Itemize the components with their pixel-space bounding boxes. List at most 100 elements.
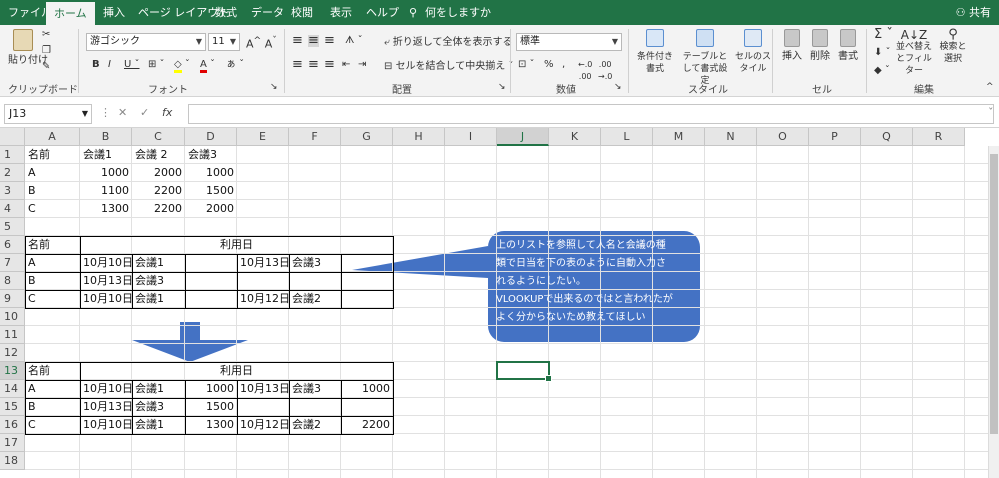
insert-function-icon[interactable]: fx <box>162 106 172 119</box>
number-dialog-launcher-icon[interactable]: ↘ <box>614 81 622 93</box>
row-header-9[interactable]: 9 <box>0 290 25 308</box>
bottom-align-icon[interactable]: ≡ <box>324 34 335 47</box>
format-as-table-button[interactable]: テーブルとして書式設定 <box>680 29 730 87</box>
cell-b16[interactable]: 10月10日 <box>80 416 133 434</box>
column-header-o[interactable]: O <box>757 128 809 146</box>
decrease-indent-icon[interactable]: ⇤ <box>342 59 350 71</box>
column-header-a[interactable]: A <box>25 128 80 146</box>
align-center-icon[interactable]: ≡ <box>308 58 319 71</box>
row-header-1[interactable]: 1 <box>0 146 25 164</box>
cell-b4[interactable]: 1300 <box>80 200 132 218</box>
enter-icon[interactable]: ✓ <box>140 106 149 119</box>
cell-c8[interactable]: 会議3 <box>132 272 185 290</box>
cell-d2[interactable]: 1000 <box>185 164 237 182</box>
scroll-thumb[interactable] <box>990 154 998 434</box>
find-select-button[interactable]: ⚲ 検索と選択 <box>936 28 970 65</box>
cell-a14[interactable]: A <box>25 380 80 398</box>
cell-g14[interactable]: 1000 <box>341 380 393 398</box>
underline-icon[interactable]: U ˇ <box>124 59 140 71</box>
column-header-q[interactable]: Q <box>861 128 913 146</box>
cell-c9[interactable]: 会議1 <box>132 290 185 308</box>
cell-a9[interactable]: C <box>25 290 80 308</box>
tab-data[interactable]: データ <box>251 0 284 25</box>
formula-input[interactable] <box>188 104 994 124</box>
cell-e7[interactable]: 10月13日 <box>237 254 290 272</box>
cell-a16[interactable]: C <box>25 416 80 434</box>
cell-c14[interactable]: 会議1 <box>132 380 185 398</box>
cell-c3[interactable]: 2200 <box>132 182 185 200</box>
column-header-i[interactable]: I <box>445 128 497 146</box>
column-header-m[interactable]: M <box>653 128 705 146</box>
column-header-d[interactable]: D <box>185 128 237 146</box>
cell-g16[interactable]: 2200 <box>341 416 393 434</box>
column-header-k[interactable]: K <box>549 128 601 146</box>
clear-icon[interactable]: ◆ ˇ <box>874 65 890 77</box>
column-header-h[interactable]: H <box>393 128 445 146</box>
column-header-e[interactable]: E <box>237 128 289 146</box>
cell-a3[interactable]: B <box>25 182 80 200</box>
border-icon[interactable]: ⊞ ˇ <box>148 59 165 71</box>
cell-f14[interactable]: 会議3 <box>289 380 341 398</box>
fill-color-icon[interactable]: ◇ ˇ <box>174 59 190 73</box>
number-format-select[interactable]: 標準 ▼ <box>516 33 622 51</box>
row-header-8[interactable]: 8 <box>0 272 25 290</box>
sort-filter-button[interactable]: A↓Z 並べ替えとフィルター <box>894 29 934 77</box>
cell-c2[interactable]: 2000 <box>132 164 185 182</box>
column-header-f[interactable]: F <box>289 128 341 146</box>
cell-b1[interactable]: 会議1 <box>80 146 132 164</box>
cell-b8[interactable]: 10月13日 <box>80 272 133 290</box>
cell-e9[interactable]: 10月12日 <box>237 290 290 308</box>
cell-d16[interactable]: 1300 <box>185 416 237 434</box>
row-header-17[interactable]: 17 <box>0 434 25 452</box>
cell-d14[interactable]: 1000 <box>185 380 237 398</box>
active-cell-j13[interactable] <box>496 361 552 382</box>
cell-f7[interactable]: 会議3 <box>289 254 341 272</box>
format-cells-button[interactable]: 書式 <box>836 29 860 63</box>
merge-center-button[interactable]: ⊟ セルを結合して中央揃え ˇ <box>384 61 513 73</box>
collapse-ribbon-icon[interactable]: ^ <box>986 81 994 93</box>
cell-b9[interactable]: 10月10日 <box>80 290 133 308</box>
column-header-r[interactable]: R <box>913 128 965 146</box>
paste-button[interactable]: 貼り付け <box>8 29 48 67</box>
italic-icon[interactable]: I <box>108 59 111 71</box>
tab-view[interactable]: 表示 <box>330 0 352 25</box>
insert-cells-button[interactable]: 挿入 <box>780 29 804 63</box>
column-header-l[interactable]: L <box>601 128 653 146</box>
cell-d6[interactable]: 利用日 <box>80 236 393 254</box>
font-color-icon[interactable]: A ˇ <box>200 59 215 73</box>
expand-formula-icon[interactable]: ˇ <box>988 106 994 119</box>
column-header-p[interactable]: P <box>809 128 861 146</box>
tab-help[interactable]: ヘルプ <box>366 0 399 25</box>
conditional-format-button[interactable]: 条件付き書式 <box>634 29 676 75</box>
phonetic-icon[interactable]: ぁ ˇ <box>226 59 244 71</box>
middle-align-icon[interactable]: ≡ <box>308 34 319 47</box>
autosum-icon[interactable]: Σ ˇ <box>874 28 893 41</box>
cell-c4[interactable]: 2200 <box>132 200 185 218</box>
tab-insert[interactable]: 挿入 <box>103 0 125 25</box>
cell-d15[interactable]: 1500 <box>185 398 237 416</box>
cell-c7[interactable]: 会議1 <box>132 254 185 272</box>
currency-icon[interactable]: ⊡ ˇ <box>518 59 535 71</box>
font-name-select[interactable]: 游ゴシック ▼ <box>86 33 206 51</box>
cell-b14[interactable]: 10月10日 <box>80 380 133 398</box>
fill-icon[interactable]: ⬇ ˇ <box>874 47 891 59</box>
cell-c15[interactable]: 会議3 <box>132 398 185 416</box>
cut-icon[interactable]: ✂ <box>42 29 50 41</box>
bold-icon[interactable]: B <box>92 59 100 71</box>
row-header-13[interactable]: 13 <box>0 362 25 380</box>
name-box[interactable]: J13 ▼ <box>4 104 92 124</box>
cell-d13[interactable]: 利用日 <box>80 362 393 380</box>
delete-cells-button[interactable]: 削除 <box>808 29 832 63</box>
cell-a15[interactable]: B <box>25 398 80 416</box>
row-header-2[interactable]: 2 <box>0 164 25 182</box>
alignment-dialog-launcher-icon[interactable]: ↘ <box>498 81 506 93</box>
tab-formulas[interactable]: 数式 <box>215 0 237 25</box>
cell-a8[interactable]: B <box>25 272 80 290</box>
column-header-n[interactable]: N <box>705 128 757 146</box>
cancel-icon[interactable]: ✕ <box>118 106 127 119</box>
column-header-b[interactable]: B <box>80 128 132 146</box>
cell-d4[interactable]: 2000 <box>185 200 237 218</box>
top-align-icon[interactable]: ≡ <box>292 34 303 47</box>
cell-a2[interactable]: A <box>25 164 80 182</box>
align-right-icon[interactable]: ≡ <box>324 58 335 71</box>
